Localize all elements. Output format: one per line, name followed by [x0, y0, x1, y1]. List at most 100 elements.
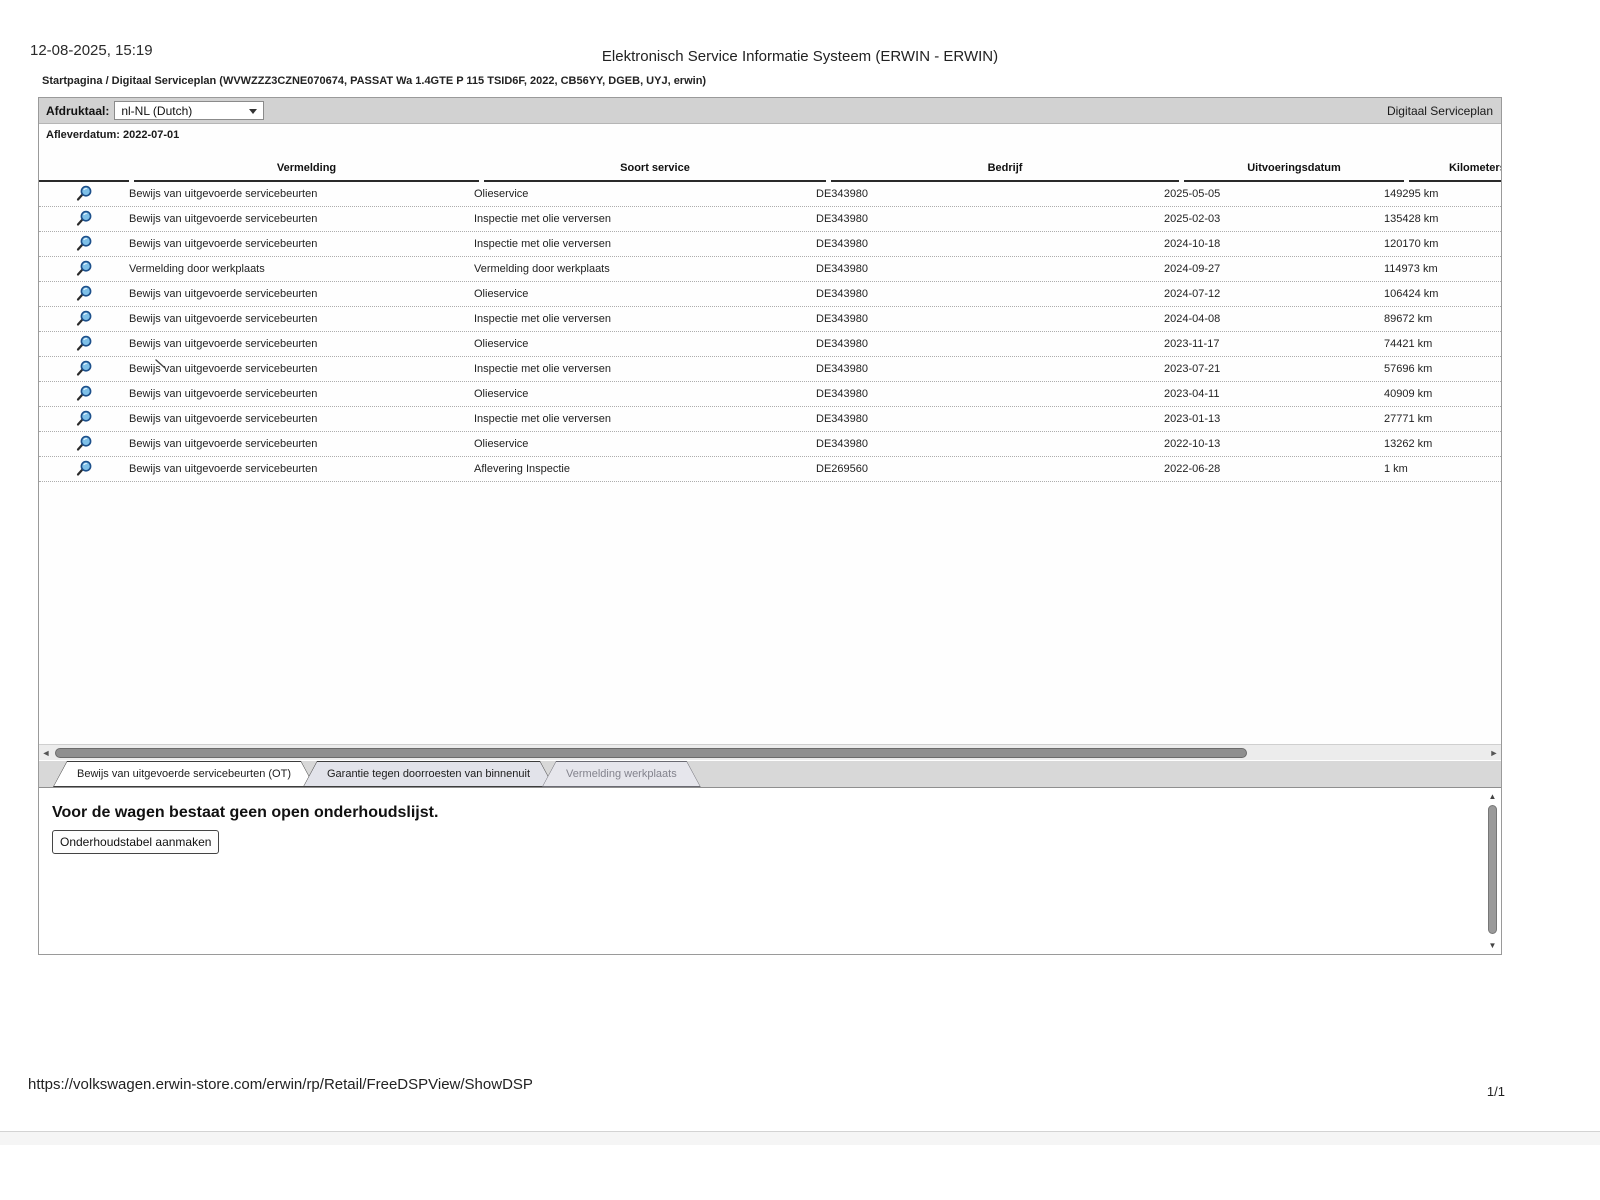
cell-uitvoeringsdatum: 2022-06-28: [1164, 463, 1384, 475]
cell-kilometerstand: 40909 km: [1384, 388, 1502, 400]
table-row: Bewijs van uitgevoerde servicebeurten In…: [39, 307, 1501, 332]
page-number: 1/1: [1487, 1084, 1505, 1099]
table-row: Bewijs van uitgevoerde servicebeurten Ol…: [39, 432, 1501, 457]
vertical-scrollbar-thumb[interactable]: [1488, 805, 1497, 934]
cell-soort-service: Inspectie met olie verversen: [474, 413, 816, 425]
breadcrumb: Startpagina / Digitaal Serviceplan (WVWZ…: [42, 75, 706, 87]
table-header-row: Vermelding Soort service Bedrijf Uitvoer…: [39, 146, 1501, 182]
cell-soort-service: Vermelding door werkplaats: [474, 263, 816, 275]
print-language-select[interactable]: nl-NL (Dutch): [114, 101, 264, 120]
cell-vermelding: Bewijs van uitgevoerde servicebeurten: [129, 213, 474, 225]
column-header-uitvoeringsdatum: Uitvoeringsdatum: [1184, 162, 1404, 182]
cell-soort-service: Olieservice: [474, 438, 816, 450]
magnifier-icon[interactable]: [75, 260, 93, 278]
scroll-down-icon[interactable]: ▼: [1486, 941, 1499, 950]
cell-uitvoeringsdatum: 2025-05-05: [1164, 188, 1384, 200]
magnifier-icon[interactable]: [75, 360, 93, 378]
cell-soort-service: Olieservice: [474, 388, 816, 400]
print-language-label: Afdruktaal:: [46, 104, 109, 118]
magnifier-icon[interactable]: [75, 310, 93, 328]
magnifier-icon[interactable]: [75, 185, 93, 203]
cell-bedrijf: DE269560: [816, 463, 1164, 475]
tab-label: Garantie tegen doorroesten van binnenuit: [327, 768, 530, 780]
cell-bedrijf: DE343980: [816, 263, 1164, 275]
magnifier-icon[interactable]: [75, 435, 93, 453]
cell-vermelding: Bewijs van uitgevoerde servicebeurten: [129, 463, 474, 475]
cell-kilometerstand: 27771 km: [1384, 413, 1502, 425]
magnifier-icon[interactable]: [75, 385, 93, 403]
scroll-right-icon[interactable]: ►: [1487, 745, 1501, 761]
table-row: Bewijs van uitgevoerde servicebeurten In…: [39, 232, 1501, 257]
cell-vermelding: Bewijs van uitgevoerde servicebeurten: [129, 438, 474, 450]
magnifier-icon[interactable]: [75, 210, 93, 228]
create-maintenance-table-button[interactable]: Onderhoudstabel aanmaken: [52, 830, 219, 854]
tab-vermelding-werkplaats[interactable]: Vermelding werkplaats: [542, 761, 701, 787]
cell-bedrijf: DE343980: [816, 213, 1164, 225]
cell-uitvoeringsdatum: 2022-10-13: [1164, 438, 1384, 450]
footer-url: https://volkswagen.erwin-store.com/erwin…: [28, 1076, 533, 1093]
table-row: Bewijs van uitgevoerde servicebeurten Ol…: [39, 182, 1501, 207]
column-header-soort-service: Soort service: [484, 162, 826, 182]
cell-bedrijf: DE343980: [816, 388, 1164, 400]
tab-label: Bewijs van uitgevoerde servicebeurten (O…: [77, 768, 291, 780]
cell-bedrijf: DE343980: [816, 188, 1164, 200]
cell-soort-service: Olieservice: [474, 188, 816, 200]
cell-kilometerstand: 13262 km: [1384, 438, 1502, 450]
magnifier-icon[interactable]: [75, 235, 93, 253]
tab-label: Vermelding werkplaats: [566, 768, 677, 780]
service-history-table: Vermelding Soort service Bedrijf Uitvoer…: [39, 146, 1501, 482]
horizontal-scrollbar-thumb[interactable]: [55, 748, 1247, 758]
cell-uitvoeringsdatum: 2023-04-11: [1164, 388, 1384, 400]
cell-vermelding: Bewijs van uitgevoerde servicebeurten: [129, 238, 474, 250]
toolbar: Afdruktaal: nl-NL (Dutch) Digitaal Servi…: [39, 98, 1501, 124]
cell-bedrijf: DE343980: [816, 413, 1164, 425]
table-row: Vermelding door werkplaats Vermelding do…: [39, 257, 1501, 282]
cell-vermelding: Bewijs van uitgevoerde servicebeurten: [129, 388, 474, 400]
vertical-scrollbar: ▲ ▼: [1486, 792, 1499, 950]
cell-uitvoeringsdatum: 2024-04-08: [1164, 313, 1384, 325]
cell-bedrijf: DE343980: [816, 363, 1164, 375]
table-row: Bewijs van uitgevoerde servicebeurten Ol…: [39, 382, 1501, 407]
cell-vermelding: Bewijs van uitgevoerde servicebeurten: [129, 188, 474, 200]
cell-soort-service: Olieservice: [474, 338, 816, 350]
serviceplan-panel: Afdruktaal: nl-NL (Dutch) Digitaal Servi…: [38, 97, 1502, 955]
cell-vermelding: Bewijs van uitgevoerde servicebeurten: [129, 413, 474, 425]
cell-vermelding: Bewijs van uitgevoerde servicebeurten: [129, 288, 474, 300]
chevron-down-icon: [249, 109, 257, 114]
cell-uitvoeringsdatum: 2023-11-17: [1164, 338, 1384, 350]
cell-bedrijf: DE343980: [816, 238, 1164, 250]
magnifier-icon[interactable]: [75, 285, 93, 303]
cell-uitvoeringsdatum: 2023-07-21: [1164, 363, 1384, 375]
tab-strip: Bewijs van uitgevoerde servicebeurten (O…: [39, 761, 1501, 788]
column-header-bedrijf: Bedrijf: [831, 162, 1179, 182]
cell-soort-service: Aflevering Inspectie: [474, 463, 816, 475]
print-language-value: nl-NL (Dutch): [121, 104, 192, 118]
magnifier-icon[interactable]: [75, 410, 93, 428]
scroll-left-icon[interactable]: ◄: [39, 745, 53, 761]
cell-bedrijf: DE343980: [816, 288, 1164, 300]
cell-kilometerstand: 89672 km: [1384, 313, 1502, 325]
cell-kilometerstand: 106424 km: [1384, 288, 1502, 300]
cell-kilometerstand: 57696 km: [1384, 363, 1502, 375]
cell-soort-service: Olieservice: [474, 288, 816, 300]
magnifier-icon[interactable]: [75, 335, 93, 353]
delivery-date: Afleverdatum: 2022-07-01: [46, 129, 179, 141]
cell-uitvoeringsdatum: 2024-07-12: [1164, 288, 1384, 300]
horizontal-scrollbar: ◄ ►: [39, 744, 1501, 760]
horizontal-scrollbar-track[interactable]: [53, 747, 1487, 759]
magnifier-icon[interactable]: [75, 460, 93, 478]
column-header-spacer: [39, 174, 129, 182]
scroll-up-icon[interactable]: ▲: [1486, 792, 1499, 801]
cell-vermelding: Bewijs van uitgevoerde servicebeurten: [129, 363, 474, 375]
table-row: Bewijs van uitgevoerde servicebeurten In…: [39, 407, 1501, 432]
cell-bedrijf: DE343980: [816, 338, 1164, 350]
table-row: Bewijs van uitgevoerde servicebeurten In…: [39, 357, 1501, 382]
tab-bewijs-servicebeurten[interactable]: Bewijs van uitgevoerde servicebeurten (O…: [53, 761, 315, 787]
page-title: Elektronisch Service Informatie Systeem …: [30, 48, 1570, 65]
tab-garantie-doorroesten[interactable]: Garantie tegen doorroesten van binnenuit: [303, 761, 554, 787]
table-row: Bewijs van uitgevoerde servicebeurten Ol…: [39, 332, 1501, 357]
cell-bedrijf: DE343980: [816, 438, 1164, 450]
cell-soort-service: Inspectie met olie verversen: [474, 238, 816, 250]
table-row: Bewijs van uitgevoerde servicebeurten Af…: [39, 457, 1501, 482]
column-header-vermelding: Vermelding: [134, 162, 479, 182]
